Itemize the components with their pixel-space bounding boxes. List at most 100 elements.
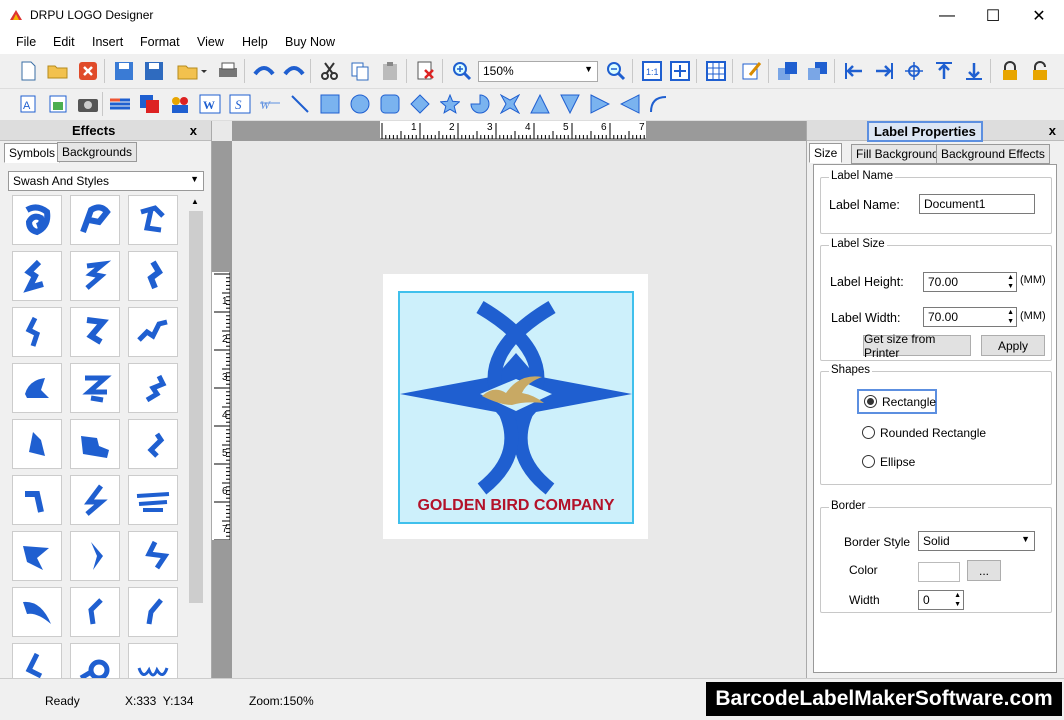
pie-tool-icon[interactable] [468,92,492,116]
star-tool-icon[interactable] [438,92,462,116]
diamond-tool-icon[interactable] [408,92,432,116]
radio-ellipse[interactable] [862,455,875,468]
bring-front-icon[interactable] [776,59,800,83]
send-back-icon[interactable] [806,59,830,83]
symbol-tile[interactable] [128,587,178,637]
save-as-icon[interactable] [142,59,166,83]
symbol-tile[interactable] [128,251,178,301]
symbol-tile[interactable] [12,195,62,245]
symbol-tile[interactable] [128,531,178,581]
symbol-tile[interactable] [12,419,62,469]
vertical-scrollbar[interactable]: ▲ [188,193,204,678]
camera-icon[interactable] [76,92,100,116]
symbol-tile[interactable] [12,363,62,413]
symbol-tile[interactable] [70,531,120,581]
radio-rectangle[interactable] [864,395,877,408]
symbol-tile[interactable] [70,475,120,525]
border-width-input[interactable]: 0 ▲ ▼ [918,590,964,610]
maximize-button[interactable]: ☐ [970,0,1016,32]
close-button[interactable]: ✕ [1016,0,1062,32]
align-center-icon[interactable] [902,59,926,83]
symbol-tile[interactable] [12,643,62,678]
tab-background-effects[interactable]: Background Effects [936,144,1050,164]
zoom-in-icon[interactable] [450,59,474,83]
menu-format[interactable]: Format [140,35,180,49]
image-tool-icon[interactable] [46,92,70,116]
triangle-right-tool-icon[interactable] [588,92,612,116]
radio-rounded-rectangle[interactable] [862,426,875,439]
symbol-tile[interactable] [12,307,62,357]
edit-text-icon[interactable] [740,59,764,83]
menu-buy-now[interactable]: Buy Now [285,35,335,49]
fit-window-icon[interactable] [668,59,692,83]
label-name-input[interactable]: Document1 [919,194,1035,214]
symbol-tile[interactable] [12,587,62,637]
unlock-icon[interactable] [1028,59,1052,83]
watermark-tool-icon[interactable]: W [258,92,282,116]
triangle-up-tool-icon[interactable] [528,92,552,116]
wordart-icon[interactable]: W [198,92,222,116]
cut-icon[interactable] [318,59,342,83]
menu-view[interactable]: View [197,35,224,49]
tab-symbols[interactable]: Symbols [4,143,61,163]
close-icon[interactable]: x [1049,123,1056,138]
menu-file[interactable]: File [16,35,36,49]
chevron-up-icon[interactable]: ▲ [191,197,199,206]
new-icon[interactable] [16,59,40,83]
open-icon[interactable] [46,59,70,83]
actual-size-icon[interactable]: 1:1 [640,59,664,83]
label-height-input[interactable]: 70.00 ▲ ▼ [923,272,1017,292]
shape-rounded-label[interactable]: Rounded Rectangle [880,426,986,440]
company-name-text[interactable]: GOLDEN BIRD COMPANY [398,497,634,515]
shape-x-tool-icon[interactable] [498,92,522,116]
symbol-tile[interactable] [70,419,120,469]
lock-icon[interactable] [998,59,1022,83]
menu-edit[interactable]: Edit [53,35,75,49]
layers-icon[interactable] [108,92,132,116]
spin-icon[interactable]: ▲ ▼ [954,591,961,609]
logo-graphic[interactable] [400,293,632,522]
close-icon[interactable]: x [190,123,197,138]
symbol-tile[interactable] [70,251,120,301]
delete-icon[interactable] [76,59,100,83]
zoom-select[interactable]: 150% ▼ [478,61,598,82]
minimize-button[interactable]: — [924,0,970,32]
apply-button[interactable]: Apply [981,335,1045,356]
shape-rectangle-option[interactable]: Rectangle [857,389,937,414]
symbol-tile[interactable] [70,363,120,413]
logo-rectangle[interactable] [398,291,634,524]
menu-insert[interactable]: Insert [92,35,123,49]
category-select[interactable]: Swash And Styles ▼ [8,171,204,191]
symbol-tile[interactable] [128,195,178,245]
copy-icon[interactable] [348,59,372,83]
redo-icon[interactable] [282,59,306,83]
symbol-tile[interactable] [128,419,178,469]
tab-fill-background[interactable]: Fill Background [851,144,944,164]
ellipse-tool-icon[interactable] [348,92,372,116]
shape-ellipse-label[interactable]: Ellipse [880,455,915,469]
color-picker-button[interactable]: ... [967,560,1001,581]
align-right-icon[interactable] [872,59,896,83]
rectangle-tool-icon[interactable] [318,92,342,116]
get-size-from-printer-button[interactable]: Get size from Printer [863,332,971,360]
export-icon[interactable] [176,59,208,83]
line-tool-icon[interactable] [288,92,312,116]
text-tool-icon[interactable]: A [16,92,40,116]
arc-tool-icon[interactable] [646,92,670,116]
rounded-rect-tool-icon[interactable] [378,92,402,116]
align-top-icon[interactable] [932,59,956,83]
symbol-tile[interactable] [12,531,62,581]
background-icon[interactable] [138,92,162,116]
spin-icon[interactable]: ▲ ▼ [1007,308,1014,326]
symbol-tile[interactable] [12,251,62,301]
border-style-select[interactable]: Solid ▼ [918,531,1035,551]
symbol-tile[interactable] [70,643,120,678]
symbol-tile[interactable] [128,307,178,357]
label-width-input[interactable]: 70.00 ▲ ▼ [923,307,1017,327]
symbol-tile[interactable] [128,643,178,678]
scrollbar-thumb[interactable] [189,211,203,603]
align-bottom-icon[interactable] [962,59,986,83]
clipart-icon[interactable] [168,92,192,116]
styled-text-icon[interactable]: S [228,92,252,116]
symbol-tile[interactable] [128,475,178,525]
